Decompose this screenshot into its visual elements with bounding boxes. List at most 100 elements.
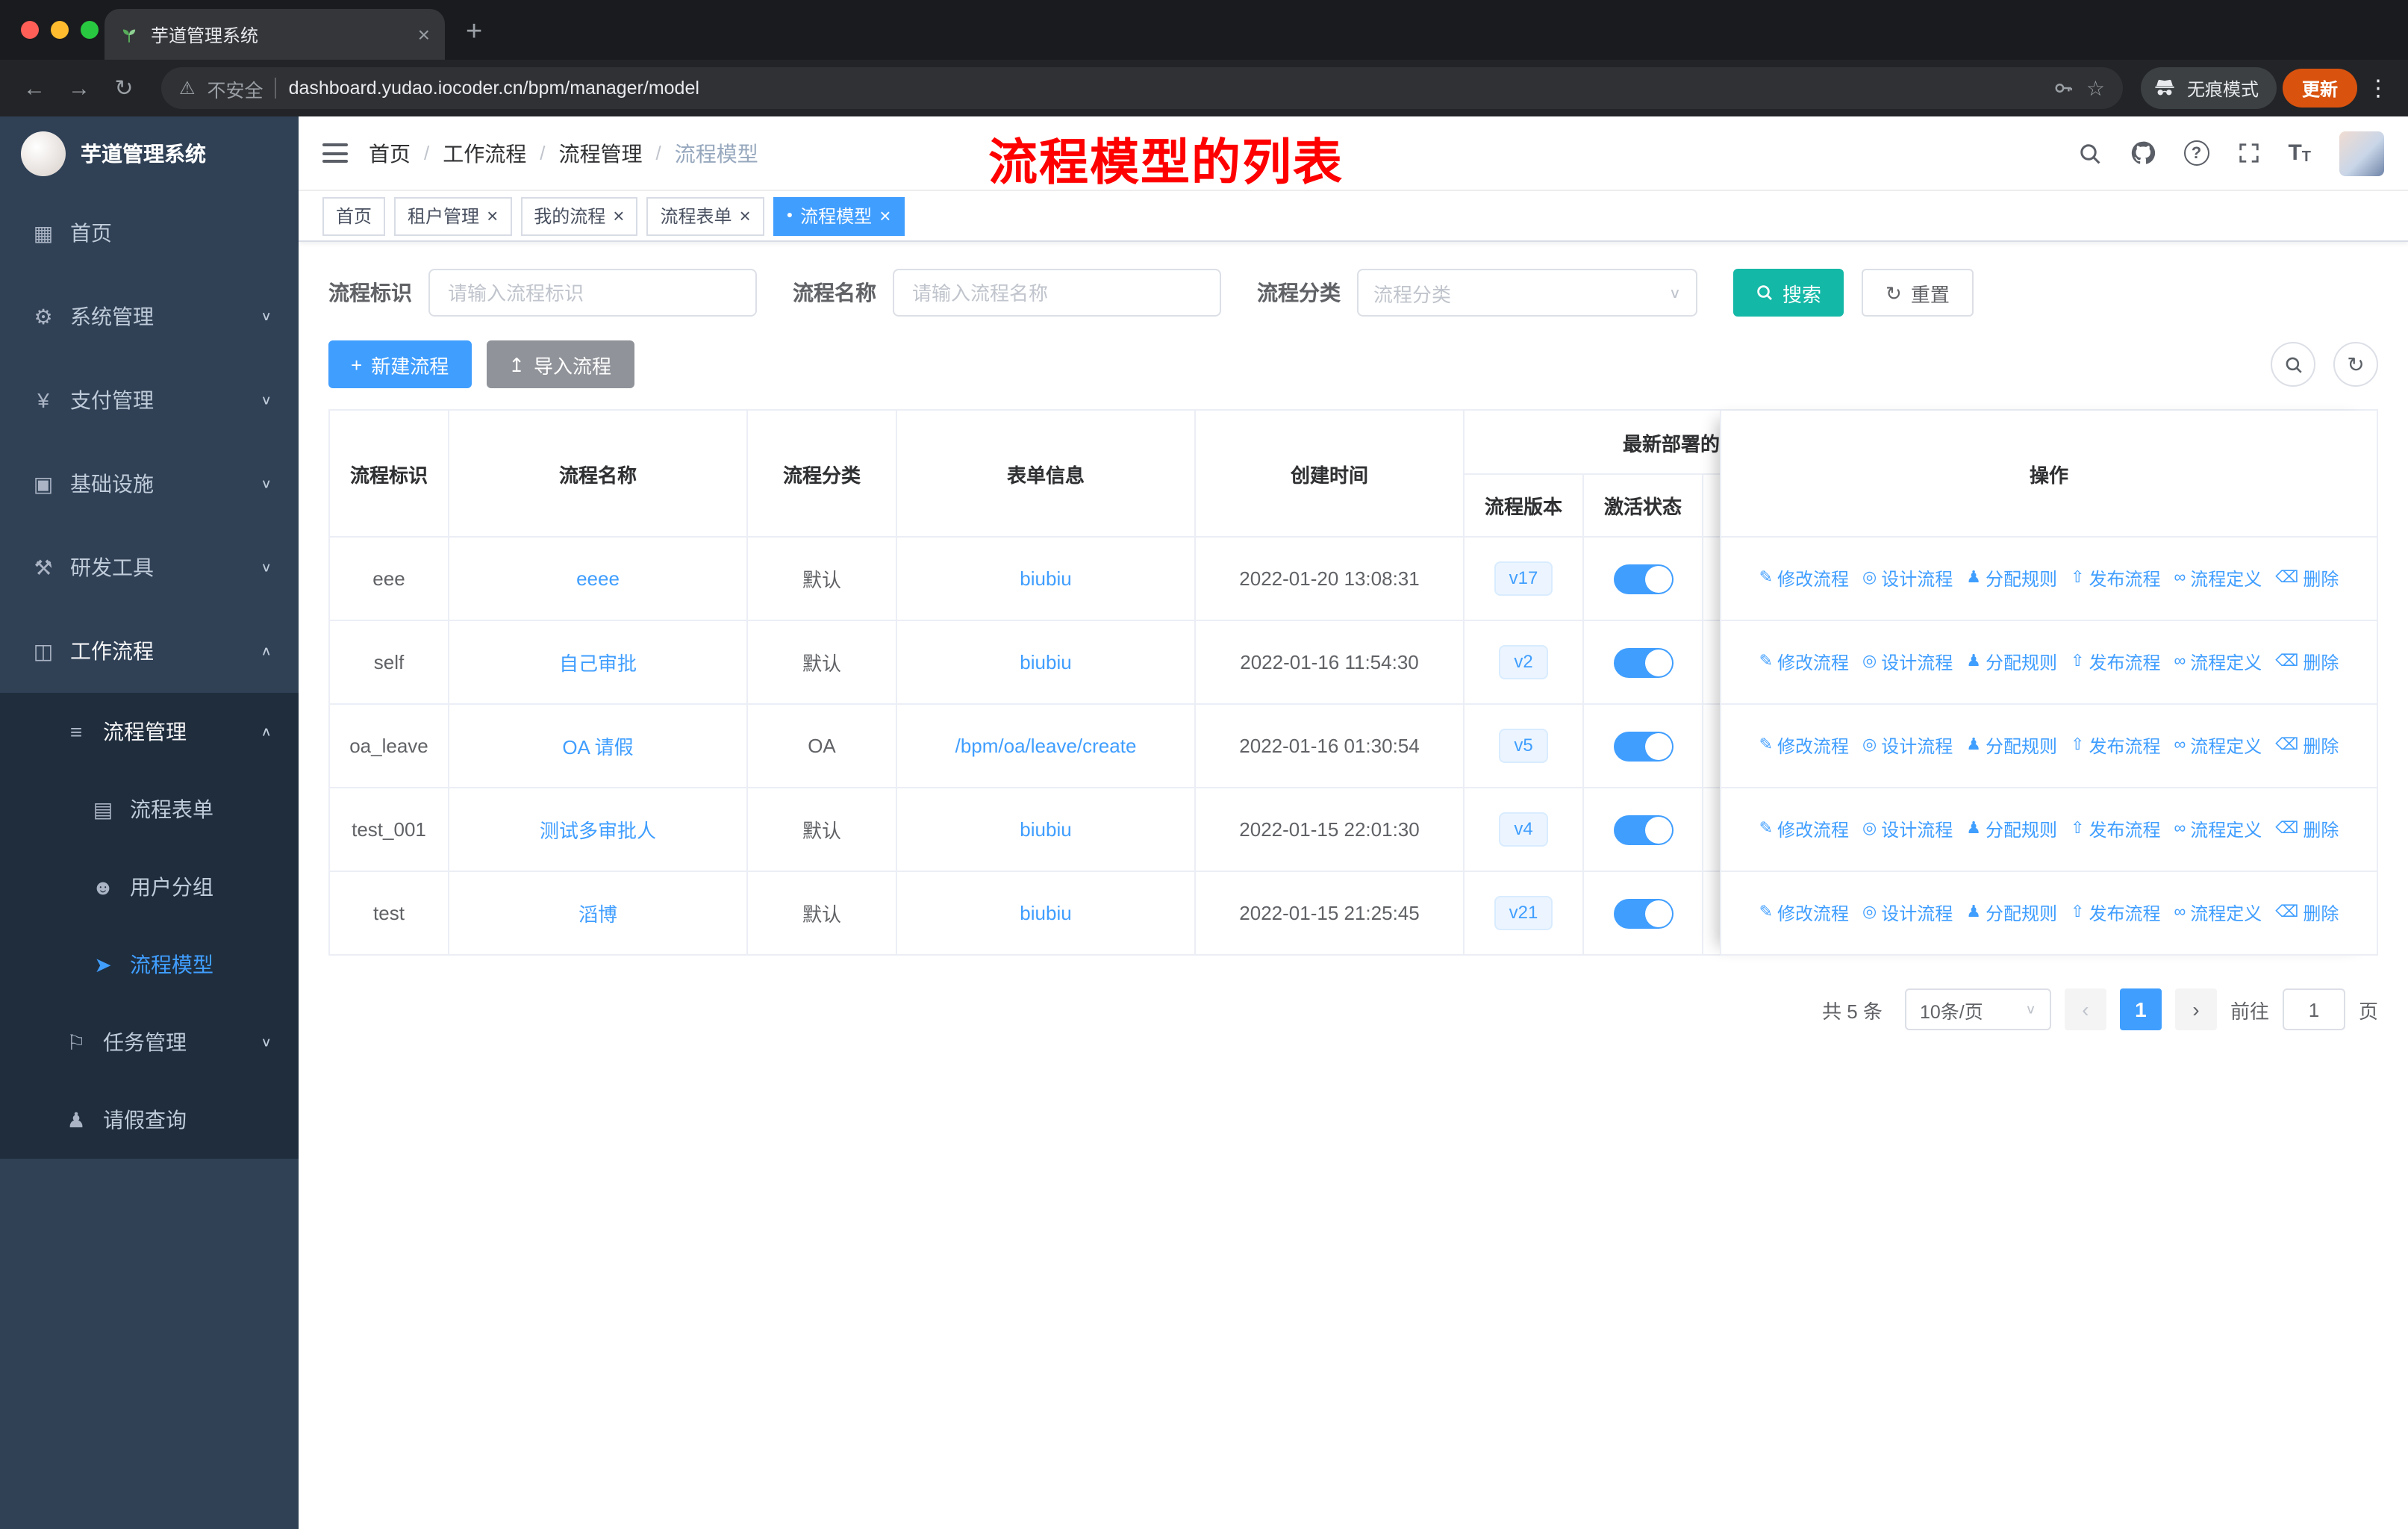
edit-process-link[interactable]: ✎ 修改流程	[1759, 650, 1849, 675]
design-process-link[interactable]: ◎ 设计流程	[1862, 817, 1953, 842]
minimize-window-button[interactable]	[51, 21, 69, 39]
process-name-link[interactable]: 自己审批	[449, 621, 748, 703]
edit-process-link[interactable]: ✎ 修改流程	[1759, 900, 1849, 926]
design-process-link[interactable]: ◎ 设计流程	[1862, 566, 1953, 591]
form-info-link[interactable]: biubiu	[897, 788, 1196, 871]
delete-process-link[interactable]: ⌫ 删除	[2275, 566, 2339, 591]
tag-tenant-management[interactable]: 租户管理 ×	[394, 196, 512, 235]
search-button[interactable]: 搜索	[1733, 269, 1844, 317]
address-bar[interactable]: ⚠ 不安全 dashboard.yudao.iocoder.cn/bpm/man…	[161, 67, 2123, 109]
import-process-button[interactable]: ↥ 导入流程	[486, 340, 634, 388]
form-info-link[interactable]: biubiu	[897, 621, 1196, 703]
process-id-input[interactable]	[428, 269, 757, 317]
breadcrumb-item[interactable]: 工作流程	[443, 138, 526, 168]
sidebar-item-devtools[interactable]: ⚒ 研发工具 ∨	[0, 526, 299, 609]
tag-home[interactable]: 首页	[322, 196, 386, 235]
active-toggle[interactable]	[1613, 564, 1673, 594]
page-button-1[interactable]: 1	[2119, 988, 2162, 1030]
sidebar-item-process-form[interactable]: ▤ 流程表单	[0, 770, 299, 848]
close-icon[interactable]: ×	[487, 206, 498, 225]
goto-page-input[interactable]	[2282, 988, 2345, 1030]
active-toggle[interactable]	[1613, 815, 1673, 844]
process-definition-link[interactable]: ∞ 流程定义	[2174, 900, 2262, 926]
process-name-link[interactable]: 滔博	[449, 872, 748, 954]
new-tab-button[interactable]: +	[466, 16, 482, 49]
sidebar-item-process-management[interactable]: ≡ 流程管理 ∧	[0, 693, 299, 770]
refresh-table-button[interactable]: ↻	[2333, 342, 2378, 387]
create-process-button[interactable]: + 新建流程	[328, 340, 472, 388]
breadcrumb-item[interactable]: 流程管理	[559, 138, 643, 168]
delete-process-link[interactable]: ⌫ 删除	[2275, 900, 2339, 926]
assign-rule-link[interactable]: ♟ 分配规则	[1966, 900, 2057, 926]
edit-process-link[interactable]: ✎ 修改流程	[1759, 817, 1849, 842]
sidebar-item-task-management[interactable]: ⚐ 任务管理 ∨	[0, 1003, 299, 1081]
user-avatar[interactable]	[2339, 131, 2384, 175]
process-name-link[interactable]: OA 请假	[449, 705, 748, 787]
close-icon[interactable]: ×	[879, 206, 890, 225]
close-icon[interactable]: ×	[740, 206, 751, 225]
design-process-link[interactable]: ◎ 设计流程	[1862, 650, 1953, 675]
sidebar-item-leave-query[interactable]: ♟ 请假查询	[0, 1081, 299, 1159]
password-key-icon[interactable]	[2053, 78, 2074, 99]
process-name-input[interactable]	[893, 269, 1221, 317]
assign-rule-link[interactable]: ♟ 分配规则	[1966, 650, 2057, 675]
sidebar-item-infrastructure[interactable]: ▣ 基础设施 ∨	[0, 442, 299, 526]
toggle-search-button[interactable]	[2271, 342, 2315, 387]
publish-process-link[interactable]: ⇧ 发布流程	[2071, 650, 2160, 675]
edit-process-link[interactable]: ✎ 修改流程	[1759, 733, 1849, 759]
reset-button[interactable]: ↻ 重置	[1862, 269, 1974, 317]
sidebar-item-system-management[interactable]: ⚙ 系统管理 ∨	[0, 275, 299, 358]
publish-process-link[interactable]: ⇧ 发布流程	[2071, 733, 2160, 759]
delete-process-link[interactable]: ⌫ 删除	[2275, 733, 2339, 759]
browser-menu-kebab-icon[interactable]: ⋮	[2363, 75, 2393, 102]
sidebar-toggle-button[interactable]	[322, 138, 348, 168]
search-icon[interactable]	[2077, 141, 2101, 165]
sidebar-item-user-group[interactable]: ☻ 用户分组	[0, 848, 299, 926]
process-definition-link[interactable]: ∞ 流程定义	[2174, 650, 2262, 675]
delete-process-link[interactable]: ⌫ 删除	[2275, 817, 2339, 842]
publish-process-link[interactable]: ⇧ 发布流程	[2071, 566, 2160, 591]
sidebar-item-home[interactable]: ▦ 首页	[0, 191, 299, 275]
design-process-link[interactable]: ◎ 设计流程	[1862, 900, 1953, 926]
breadcrumb-item[interactable]: 首页	[369, 138, 411, 168]
update-button[interactable]: 更新	[2282, 69, 2357, 108]
reload-button[interactable]: ↻	[105, 75, 143, 102]
assign-rule-link[interactable]: ♟ 分配规则	[1966, 817, 2057, 842]
process-definition-link[interactable]: ∞ 流程定义	[2174, 733, 2262, 759]
assign-rule-link[interactable]: ♟ 分配规则	[1966, 566, 2057, 591]
active-toggle[interactable]	[1613, 898, 1673, 928]
bookmark-star-icon[interactable]: ☆	[2086, 75, 2105, 101]
sidebar-item-payment-management[interactable]: ¥ 支付管理 ∨	[0, 358, 299, 442]
edit-process-link[interactable]: ✎ 修改流程	[1759, 566, 1849, 591]
assign-rule-link[interactable]: ♟ 分配规则	[1966, 733, 2057, 759]
tab-close-icon[interactable]: ×	[418, 22, 430, 46]
zoom-window-button[interactable]	[81, 21, 99, 39]
next-page-button[interactable]: ›	[2174, 988, 2217, 1030]
page-size-select[interactable]: 10条/页 ∨	[1904, 988, 2051, 1030]
prev-page-button[interactable]: ‹	[2064, 988, 2106, 1030]
process-name-link[interactable]: 测试多审批人	[449, 788, 748, 871]
publish-process-link[interactable]: ⇧ 发布流程	[2071, 817, 2160, 842]
forward-button[interactable]: →	[60, 75, 99, 101]
form-info-link[interactable]: biubiu	[897, 872, 1196, 954]
active-toggle[interactable]	[1613, 647, 1673, 677]
browser-tab[interactable]: 芋道管理系统 ×	[105, 9, 445, 60]
tag-process-model[interactable]: ● 流程模型 ×	[773, 196, 905, 235]
design-process-link[interactable]: ◎ 设计流程	[1862, 733, 1953, 759]
delete-process-link[interactable]: ⌫ 删除	[2275, 650, 2339, 675]
process-definition-link[interactable]: ∞ 流程定义	[2174, 817, 2262, 842]
github-icon[interactable]	[2130, 140, 2155, 166]
tag-my-process[interactable]: 我的流程 ×	[520, 196, 638, 235]
publish-process-link[interactable]: ⇧ 发布流程	[2071, 900, 2160, 926]
sidebar-item-workflow[interactable]: ◫ 工作流程 ∧	[0, 609, 299, 693]
process-category-select[interactable]: 流程分类 ∨	[1357, 269, 1697, 317]
incognito-chip[interactable]: 无痕模式	[2140, 67, 2277, 109]
fullscreen-icon[interactable]	[2237, 142, 2259, 164]
process-name-link[interactable]: eeee	[449, 538, 748, 620]
form-info-link[interactable]: biubiu	[897, 538, 1196, 620]
back-button[interactable]: ←	[15, 75, 54, 101]
close-window-button[interactable]	[21, 21, 39, 39]
tag-process-form[interactable]: 流程表单 ×	[646, 196, 764, 235]
form-info-link[interactable]: /bpm/oa/leave/create	[897, 705, 1196, 787]
active-toggle[interactable]	[1613, 731, 1673, 761]
